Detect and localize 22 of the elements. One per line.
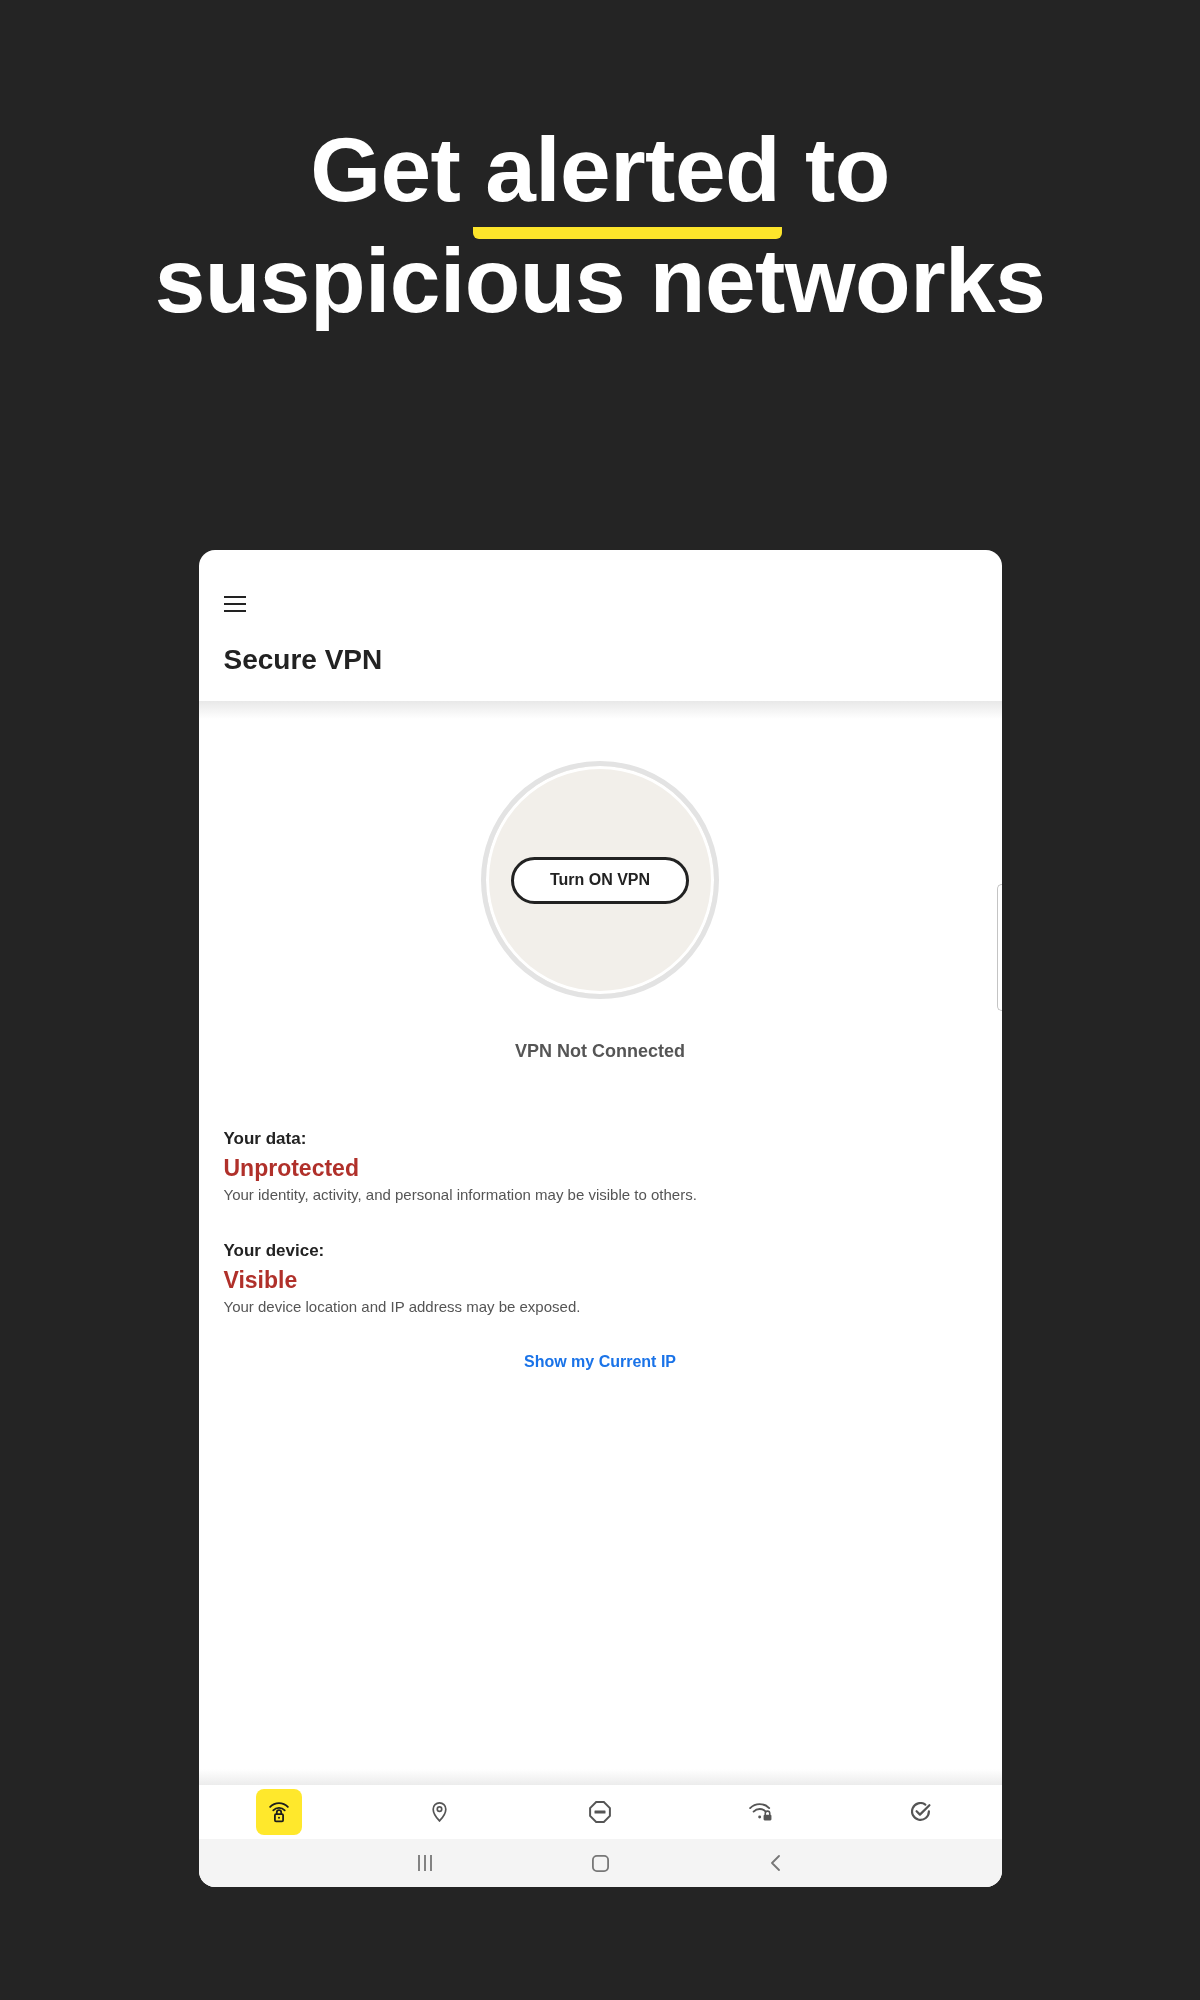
connection-status: VPN Not Connected	[515, 1040, 685, 1062]
recent-apps-icon[interactable]	[418, 1855, 432, 1871]
back-icon[interactable]	[770, 1855, 780, 1871]
headline: Get alerted to suspicious networks	[154, 114, 1046, 336]
location-pin-icon	[431, 1802, 447, 1822]
home-icon[interactable]	[591, 1854, 609, 1872]
status-description: Your device location and IP address may be exposed.	[223, 1297, 581, 1317]
edge-panel-handle[interactable]	[996, 884, 1002, 1011]
current-ip-link[interactable]: Show my Current IP	[524, 1352, 676, 1372]
screen-title: Secure VPN	[223, 643, 383, 677]
check-circle-icon	[911, 1802, 932, 1822]
status-value: Visible	[223, 1266, 298, 1294]
status-description: Your identity, activity, and personal information may be visible to others.	[223, 1185, 697, 1205]
wifi-lock-icon	[749, 1803, 773, 1821]
turn-on-vpn-button[interactable]: Turn ON VPN	[511, 856, 689, 904]
status-label: Your data:	[223, 1129, 307, 1149]
menu-icon[interactable]	[223, 596, 246, 612]
nav-tab[interactable]	[255, 1789, 302, 1835]
status-value: Unprotected	[223, 1154, 359, 1182]
padlock-signal-icon	[268, 1801, 289, 1823]
status-label: Your device:	[223, 1241, 325, 1261]
octagon-minus-icon	[589, 1801, 611, 1823]
